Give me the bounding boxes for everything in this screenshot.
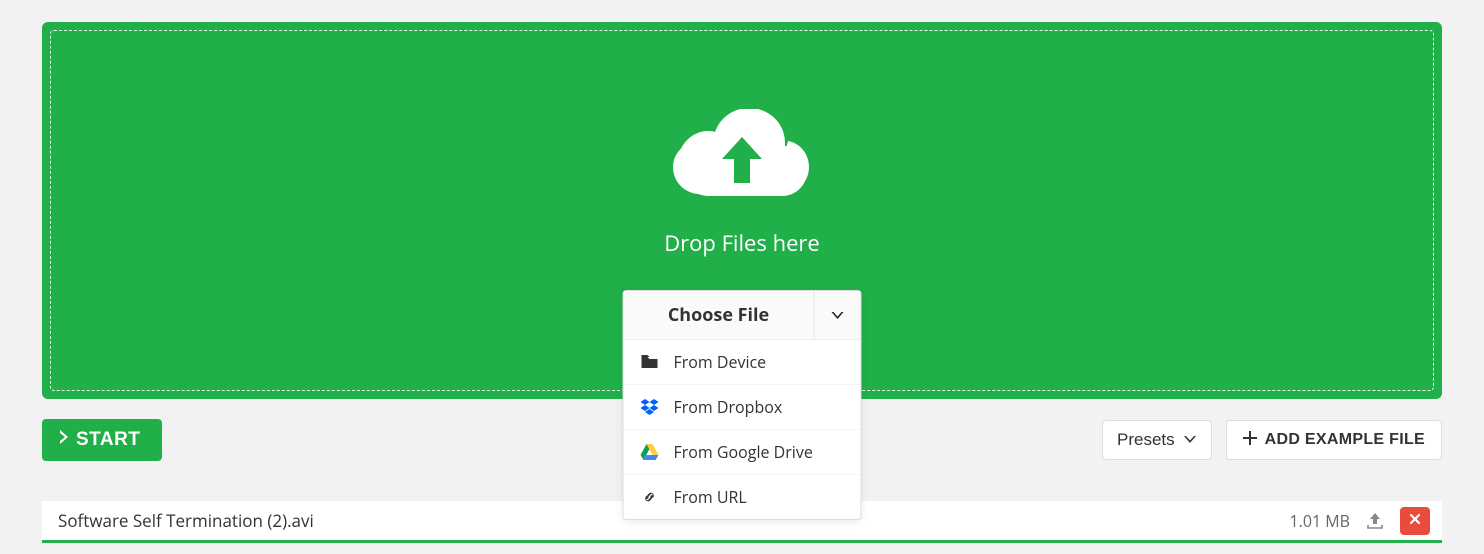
add-example-file-button[interactable]: ADD EXAMPLE FILE — [1226, 420, 1442, 460]
choose-file-button[interactable]: Choose File — [624, 291, 815, 339]
folder-icon — [640, 355, 660, 369]
menu-item-label: From Dropbox — [674, 396, 783, 418]
google-drive-icon — [640, 444, 660, 460]
remove-file-button[interactable] — [1400, 507, 1430, 535]
chevron-down-icon — [830, 304, 846, 326]
choose-file-header: Choose File — [624, 291, 861, 339]
file-size: 1.01 MB — [1289, 510, 1350, 532]
close-icon — [1409, 512, 1421, 530]
menu-item-label: From Device — [674, 351, 767, 373]
upload-status-icon — [1364, 512, 1386, 530]
dropbox-icon — [640, 399, 660, 415]
choose-from-dropbox[interactable]: From Dropbox — [624, 384, 861, 429]
choose-file-menu: From Device From Dropbox From Google Dri… — [624, 339, 861, 519]
chevron-right-icon — [58, 429, 70, 451]
drop-text: Drop Files here — [664, 228, 820, 258]
menu-item-label: From URL — [674, 486, 747, 508]
choose-from-google-drive[interactable]: From Google Drive — [624, 429, 861, 474]
chevron-down-icon — [1183, 430, 1197, 450]
choose-from-url[interactable]: From URL — [624, 474, 861, 519]
cloud-upload-icon — [672, 109, 812, 214]
choose-file-panel: Choose File From Device From Dropbox — [623, 290, 862, 520]
presets-label: Presets — [1117, 430, 1175, 450]
add-example-label: ADD EXAMPLE FILE — [1265, 431, 1425, 449]
start-label: START — [76, 429, 140, 451]
choose-file-toggle[interactable] — [815, 291, 861, 339]
plus-icon — [1243, 431, 1257, 450]
presets-button[interactable]: Presets — [1102, 420, 1212, 460]
menu-item-label: From Google Drive — [674, 441, 813, 463]
choose-from-device[interactable]: From Device — [624, 340, 861, 384]
link-icon — [640, 488, 660, 506]
start-button[interactable]: START — [42, 419, 162, 461]
